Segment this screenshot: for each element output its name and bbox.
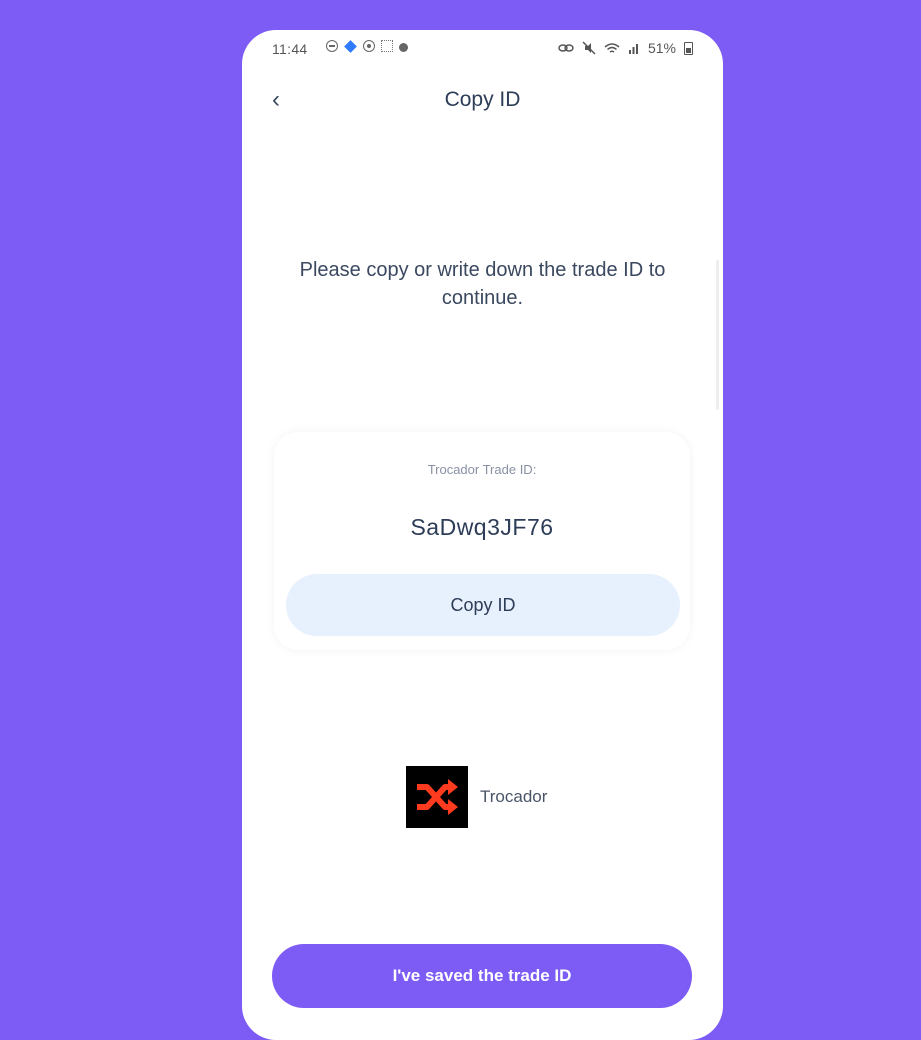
link-icon — [558, 44, 574, 52]
screenshot-icon — [381, 40, 393, 52]
mute-icon — [582, 41, 596, 55]
trade-id-card: Trocador Trade ID: SaDwq3JF76 Copy ID — [274, 432, 690, 650]
battery-percentage: 51% — [647, 40, 676, 56]
bomb-icon — [399, 43, 408, 52]
do-not-disturb-icon — [326, 40, 338, 52]
phone-screen: 11:44 51% ‹ Copy ID Please copy or write… — [242, 30, 723, 1040]
header: ‹ Copy ID — [242, 86, 723, 116]
trade-id-label: Trocador Trade ID: — [427, 462, 537, 477]
saved-trade-id-button[interactable]: I've saved the trade ID — [272, 944, 692, 1008]
status-time: 11:44 — [272, 41, 308, 57]
provider-logo — [406, 766, 468, 828]
page-title: Copy ID — [444, 88, 521, 111]
bluetooth-diamond-icon — [344, 39, 357, 53]
status-right-icons: 51% — [558, 40, 693, 56]
signal-icon — [628, 44, 638, 54]
scrollbar[interactable] — [716, 260, 719, 410]
provider-name: Trocador — [480, 787, 548, 806]
provider-info: Trocador — [406, 766, 547, 828]
trade-id-value: SaDwq3JF76 — [410, 514, 554, 540]
battery-icon — [684, 41, 693, 55]
status-bar: 11:44 51% — [242, 30, 723, 74]
record-icon — [363, 40, 375, 52]
instruction-text: Please copy or write down the trade ID t… — [299, 259, 666, 309]
status-left-icons — [326, 39, 408, 53]
copy-id-button[interactable]: Copy ID — [286, 574, 680, 636]
shuffle-icon — [417, 779, 458, 815]
wifi-icon — [604, 42, 620, 53]
